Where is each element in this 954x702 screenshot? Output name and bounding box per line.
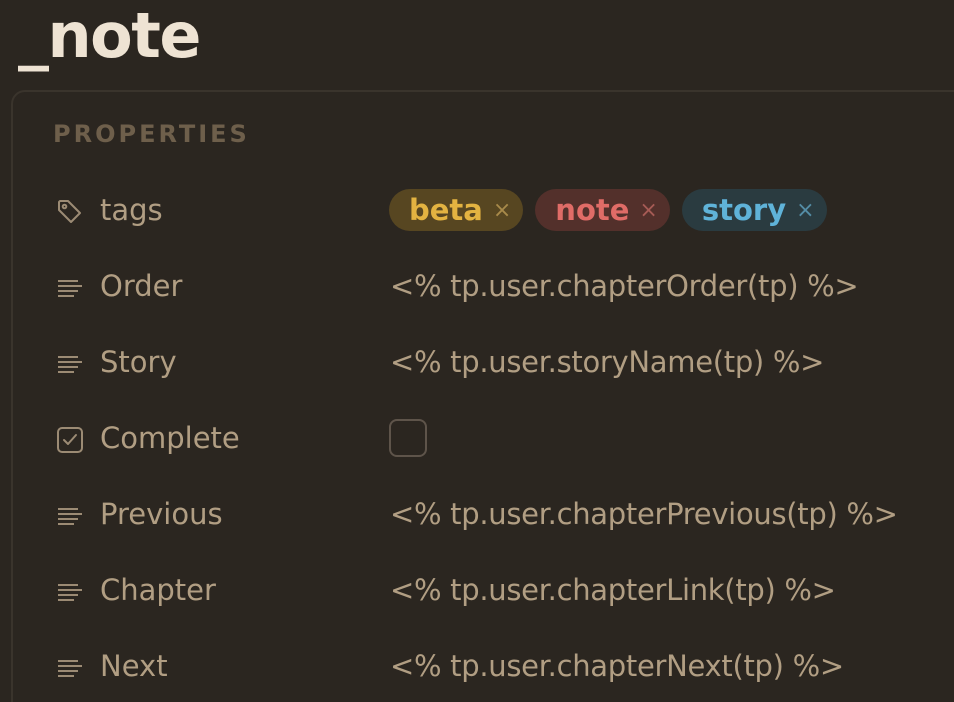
property-row-complete: Complete [0, 410, 954, 466]
remove-tag-icon[interactable]: × [493, 198, 511, 223]
tag-list: beta × note × story × [389, 189, 827, 231]
tag-icon[interactable] [56, 198, 84, 226]
property-key[interactable]: Order [100, 266, 182, 306]
property-value[interactable]: <% tp.user.chapterOrder(tp) %> [390, 266, 859, 306]
property-key[interactable]: Previous [100, 494, 223, 534]
text-lines-icon[interactable] [56, 578, 84, 606]
property-key[interactable]: Chapter [100, 570, 216, 610]
remove-tag-icon[interactable]: × [796, 198, 814, 223]
tag-label[interactable]: note [555, 193, 629, 227]
remove-tag-icon[interactable]: × [639, 198, 657, 223]
tag-pill-note[interactable]: note × [535, 189, 670, 231]
text-lines-icon[interactable] [56, 274, 84, 302]
tag-label[interactable]: beta [409, 193, 483, 227]
property-key[interactable]: Story [100, 342, 177, 382]
property-value[interactable]: <% tp.user.chapterPrevious(tp) %> [390, 494, 898, 534]
tag-pill-story[interactable]: story × [681, 189, 827, 231]
text-lines-icon[interactable] [56, 350, 84, 378]
complete-checkbox[interactable] [389, 419, 427, 457]
properties-view: _note PROPERTIES tags beta × note × stor… [0, 0, 954, 702]
property-key[interactable]: Next [100, 646, 168, 686]
property-key[interactable]: Complete [100, 418, 240, 458]
property-row-tags: tags beta × note × story × [0, 182, 954, 238]
properties-heading[interactable]: PROPERTIES [53, 120, 250, 148]
checkbox-icon[interactable] [56, 426, 84, 454]
property-row-chapter: Chapter <% tp.user.chapterLink(tp) %> [0, 562, 954, 618]
text-lines-icon[interactable] [56, 502, 84, 530]
tag-pill-beta[interactable]: beta × [389, 189, 524, 231]
property-row-previous: Previous <% tp.user.chapterPrevious(tp) … [0, 486, 954, 542]
property-value[interactable]: <% tp.user.storyName(tp) %> [390, 342, 824, 382]
property-value[interactable]: <% tp.user.chapterNext(tp) %> [390, 646, 844, 686]
page-title[interactable]: _note [18, 0, 201, 72]
text-lines-icon[interactable] [56, 654, 84, 682]
property-row-next: Next <% tp.user.chapterNext(tp) %> [0, 638, 954, 694]
property-row-story: Story <% tp.user.storyName(tp) %> [0, 334, 954, 390]
property-value[interactable]: <% tp.user.chapterLink(tp) %> [390, 570, 836, 610]
property-key-tags[interactable]: tags [100, 190, 163, 230]
property-row-order: Order <% tp.user.chapterOrder(tp) %> [0, 258, 954, 314]
tag-label[interactable]: story [702, 193, 786, 227]
